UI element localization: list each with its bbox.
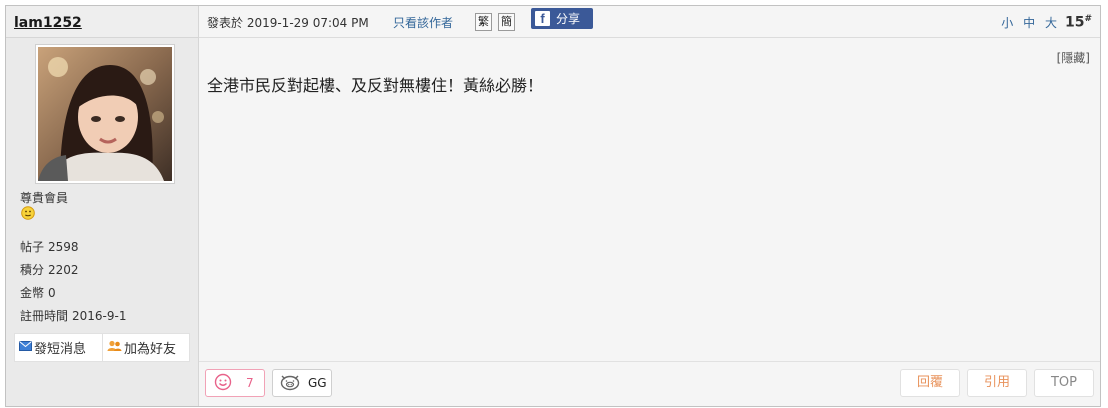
hide-post-link[interactable]: [隱藏] xyxy=(1057,49,1090,66)
stat-value: 2016-9-1 xyxy=(72,309,127,323)
send-message-label: 發短消息 xyxy=(34,342,87,357)
stat-label: 註冊時間 xyxy=(20,309,69,323)
font-large-link[interactable]: 大 xyxy=(1045,16,1060,30)
floor-number[interactable]: 15# xyxy=(1065,14,1092,31)
avatar[interactable] xyxy=(35,44,175,184)
font-medium-link[interactable]: 中 xyxy=(1023,16,1038,30)
send-message-button[interactable]: 發短消息 xyxy=(14,333,103,362)
add-friend-button[interactable]: 加為好友 xyxy=(102,333,190,362)
smiley-like-icon xyxy=(214,373,232,394)
stat-register-date: 註冊時間 2016-9-1 xyxy=(20,305,126,328)
post-time: 發表於 2019-1-29 07:04 PM xyxy=(207,16,369,30)
user-rank: 尊貴會員 xyxy=(20,191,69,205)
reply-button[interactable]: 回覆 xyxy=(900,369,960,397)
avatar-photo xyxy=(38,47,172,181)
stat-coins: 金幣 0 xyxy=(20,282,126,305)
back-to-top-button[interactable]: TOP xyxy=(1034,369,1094,397)
stat-points: 積分 2202 xyxy=(20,259,126,282)
users-icon xyxy=(107,340,122,356)
font-small-link[interactable]: 小 xyxy=(1001,16,1016,30)
post-content: 全港市民反對起樓、及反對無樓住！黃絲必勝！ xyxy=(207,76,544,95)
add-friend-label: 加為好友 xyxy=(124,342,177,357)
stat-label: 積分 xyxy=(20,263,45,277)
quote-button[interactable]: 引用 xyxy=(967,369,1027,397)
like-count: 7 xyxy=(246,376,254,390)
facebook-share-button[interactable]: f 分享 xyxy=(531,8,593,29)
user-sidebar: lam1252 尊貴會員 帖子 2598 積分 2202 金幣 0 註冊時間 2… xyxy=(6,6,199,406)
post-meta-bar: 發表於 2019-1-29 07:04 PM 只看該作者 繁 簡 f 分享 小 … xyxy=(199,6,1100,38)
gg-label: GG xyxy=(308,376,327,390)
stat-posts: 帖子 2598 xyxy=(20,236,126,259)
stat-label: 帖子 xyxy=(20,240,45,254)
smiley-face-icon xyxy=(21,206,35,223)
stat-label: 金幣 xyxy=(20,286,45,300)
stat-value: 0 xyxy=(48,286,56,300)
font-size-switcher: 小 中 大 xyxy=(1001,14,1060,31)
username-link[interactable]: lam1252 xyxy=(14,15,82,31)
stat-value: 2598 xyxy=(48,240,79,254)
only-author-link[interactable]: 只看該作者 xyxy=(393,14,453,31)
post-main: 發表於 2019-1-29 07:04 PM 只看該作者 繁 簡 f 分享 小 … xyxy=(199,6,1100,406)
forum-post: lam1252 尊貴會員 帖子 2598 積分 2202 金幣 0 註冊時間 2… xyxy=(5,5,1101,407)
facebook-icon: f xyxy=(535,11,550,26)
floor-value: 15 xyxy=(1064,14,1085,31)
pig-face-icon xyxy=(279,373,301,394)
simplified-chinese-button[interactable]: 簡 xyxy=(498,13,515,31)
envelope-icon xyxy=(19,340,32,355)
user-stats: 帖子 2598 積分 2202 金幣 0 註冊時間 2016-9-1 xyxy=(20,236,126,328)
share-label: 分享 xyxy=(556,12,581,26)
stat-value: 2202 xyxy=(48,263,79,277)
like-button[interactable]: 7 xyxy=(205,369,265,397)
floor-mark: # xyxy=(1084,14,1092,24)
post-action-bar: 7 GG 回覆 引用 TOP xyxy=(199,361,1100,406)
traditional-chinese-button[interactable]: 繁 xyxy=(475,13,492,31)
gg-button[interactable]: GG xyxy=(272,369,332,397)
